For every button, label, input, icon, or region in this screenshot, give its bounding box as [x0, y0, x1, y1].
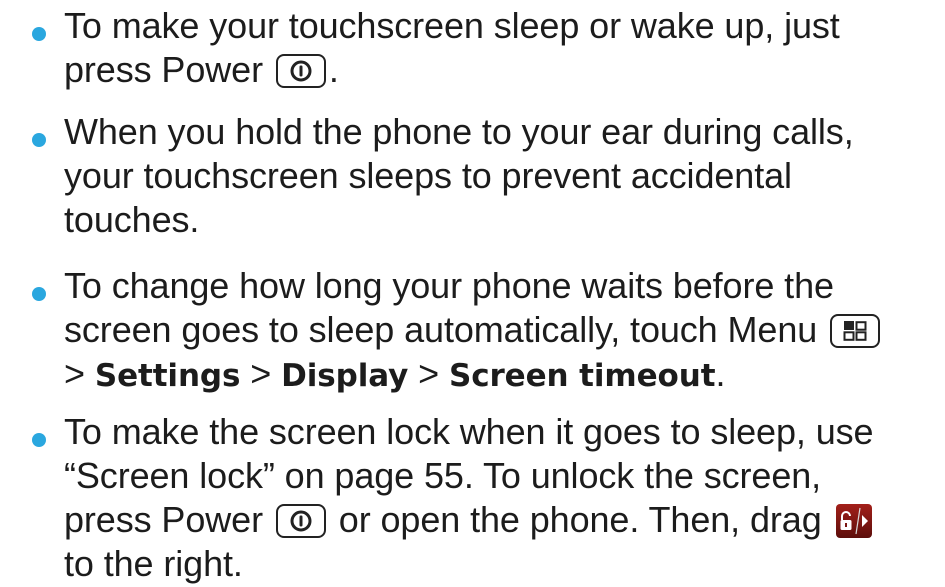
text-line: > Settings > Display > Screen timeout. — [64, 353, 726, 394]
bullet-icon — [32, 433, 46, 447]
unlock-slider-icon — [835, 504, 872, 538]
text-line: your touchscreen sleeps to prevent accid… — [64, 155, 792, 196]
text-line: To make the screen lock when it goes to … — [64, 411, 874, 452]
text-line: When you hold the phone to your ear duri… — [64, 111, 854, 152]
screen-timeout-label: Screen timeout — [448, 358, 716, 394]
bullet-icon — [32, 27, 46, 41]
display-label: Display — [281, 358, 409, 394]
text-line: To make your touchscreen sleep or wake u… — [64, 5, 840, 46]
power-key-icon — [275, 504, 326, 538]
bullet-icon — [32, 287, 46, 301]
document-page: To make your touchscreen sleep or wake u… — [0, 0, 945, 587]
text-line: screen goes to sleep automatically, touc… — [64, 308, 934, 352]
settings-label: Settings — [94, 358, 241, 394]
menu-key-icon — [830, 314, 881, 348]
text-line: to the right. — [64, 543, 243, 584]
text-line: press Power . — [64, 49, 339, 90]
bullet-icon — [32, 133, 46, 147]
power-key-icon — [275, 54, 326, 88]
text-line: press Power or open the phone. Then, dra… — [64, 498, 934, 542]
text-line: To change how long your phone waits befo… — [64, 265, 834, 306]
text-line: “Screen lock” on page 55. To unlock the … — [64, 455, 822, 496]
text-line: touches. — [64, 199, 200, 240]
